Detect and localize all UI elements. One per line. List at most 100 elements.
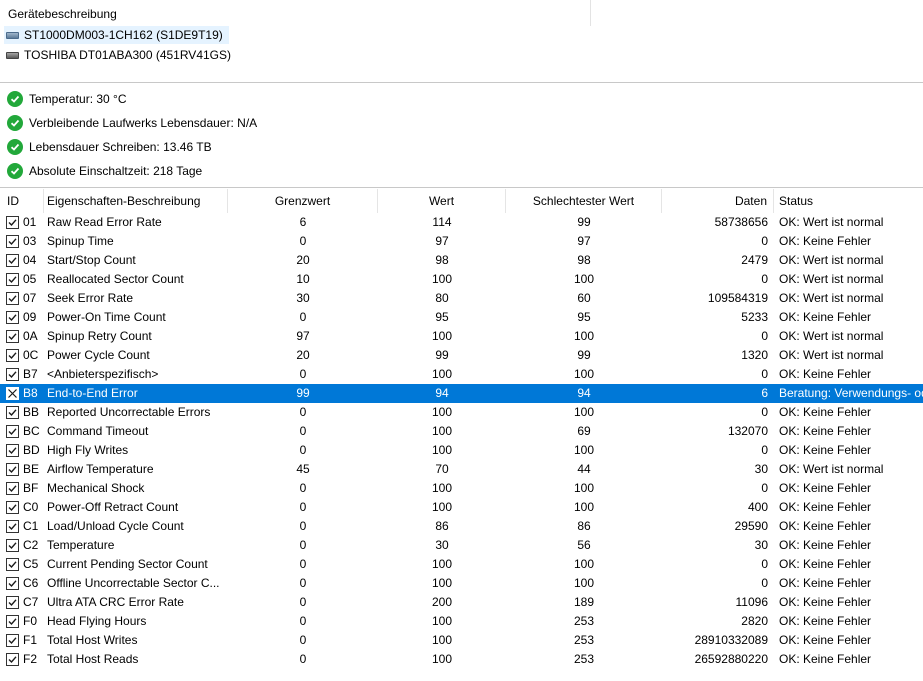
checkbox-checked-icon[interactable] bbox=[6, 539, 19, 552]
checkbox-checked-icon[interactable] bbox=[6, 349, 19, 362]
checkbox-checked-icon[interactable] bbox=[6, 444, 19, 457]
table-row[interactable]: F2 Total Host Reads 0 100 253 26592880220 OK: … bbox=[0, 650, 923, 669]
checkbox-checked-icon[interactable] bbox=[6, 292, 19, 305]
checkbox-checked-icon[interactable] bbox=[6, 577, 19, 590]
table-row[interactable]: BC Command Timeout 0 100 69 132070 OK: Keine F… bbox=[0, 422, 923, 441]
table-row[interactable]: 05 Reallocated Sector Count 10 100 100 0 OK: W… bbox=[0, 270, 923, 289]
checkbox-crossed-icon[interactable] bbox=[6, 387, 19, 400]
checkbox-checked-icon[interactable] bbox=[6, 596, 19, 609]
cell-threshold: 0 bbox=[299, 519, 307, 533]
checkbox-checked-icon[interactable] bbox=[6, 254, 19, 267]
table-row[interactable]: C1 Load/Unload Cycle Count 0 86 86 29590 OK: K… bbox=[0, 517, 923, 536]
table-row[interactable]: 01 Raw Read Error Rate 6 114 99 58738656 OK: W… bbox=[0, 213, 923, 232]
cell-data: 0 bbox=[761, 443, 768, 457]
cell-data: 0 bbox=[761, 329, 768, 343]
checkbox-checked-icon[interactable] bbox=[6, 520, 19, 533]
cell-threshold: 0 bbox=[299, 500, 307, 514]
cell-worst: 99 bbox=[577, 348, 591, 362]
cell-id: 0A bbox=[23, 329, 38, 343]
checkbox-checked-icon[interactable] bbox=[6, 330, 19, 343]
cell-threshold: 30 bbox=[296, 291, 310, 305]
table-row[interactable]: 04 Start/Stop Count 20 98 98 2479 OK: Wert ist… bbox=[0, 251, 923, 270]
header-status[interactable]: Status bbox=[779, 189, 923, 213]
checkbox-checked-icon[interactable] bbox=[6, 634, 19, 647]
table-row[interactable]: C6 Offline Uncorrectable Sector C... 0 100 1… bbox=[0, 574, 923, 593]
table-row[interactable]: C5 Current Pending Sector Count 0 100 100 0 OK… bbox=[0, 555, 923, 574]
device-item-1[interactable]: ST1000DM003-1CH162 (S1DE9T19) bbox=[4, 26, 229, 44]
table-row[interactable]: BB Reported Uncorrectable Errors 0 100 100 0 O… bbox=[0, 403, 923, 422]
header-data[interactable]: Daten bbox=[662, 189, 774, 213]
header-threshold[interactable]: Grenzwert bbox=[228, 189, 378, 213]
cell-status: OK: Wert ist normal bbox=[779, 348, 884, 362]
table-row[interactable]: C2 Temperature 0 30 56 30 OK: Keine Fehler bbox=[0, 536, 923, 555]
status-temperature: Temperatur: 30 °C bbox=[7, 90, 127, 108]
cell-status: OK: Wert ist normal bbox=[779, 272, 884, 286]
cell-status: OK: Keine Fehler bbox=[779, 652, 872, 666]
cell-value: 100 bbox=[431, 557, 453, 571]
table-row[interactable]: BF Mechanical Shock 0 100 100 0 OK: Keine Fehl… bbox=[0, 479, 923, 498]
cell-value: 70 bbox=[435, 462, 449, 476]
cell-status: Beratung: Verwendungs- od bbox=[779, 386, 923, 400]
table-row[interactable]: C0 Power-Off Retract Count 0 100 100 400 OK: K… bbox=[0, 498, 923, 517]
cell-status: OK: Keine Fehler bbox=[779, 234, 872, 248]
checkbox-checked-icon[interactable] bbox=[6, 311, 19, 324]
cell-value: 100 bbox=[431, 405, 453, 419]
checkbox-checked-icon[interactable] bbox=[6, 406, 19, 419]
checkbox-checked-icon[interactable] bbox=[6, 463, 19, 476]
device-item-2[interactable]: TOSHIBA DT01ABA300 (451RV41GS) bbox=[4, 46, 237, 64]
header-worst[interactable]: Schlechtester Wert bbox=[506, 189, 662, 213]
table-row[interactable]: 07 Seek Error Rate 30 80 60 109584319 OK: Wert… bbox=[0, 289, 923, 308]
checkbox-checked-icon[interactable] bbox=[6, 425, 19, 438]
cell-data: 0 bbox=[761, 557, 768, 571]
table-row[interactable]: B7 <Anbieterspezifisch> 0 100 100 0 OK: Keine … bbox=[0, 365, 923, 384]
cell-value: 80 bbox=[435, 291, 449, 305]
header-value[interactable]: Wert bbox=[378, 189, 506, 213]
cell-name: Offline Uncorrectable Sector C... bbox=[47, 576, 220, 590]
cell-value: 100 bbox=[431, 576, 453, 590]
device-label: ST1000DM003-1CH162 (S1DE9T19) bbox=[24, 28, 223, 42]
table-row[interactable]: 0C Power Cycle Count 20 99 99 1320 OK: Wert is… bbox=[0, 346, 923, 365]
table-row[interactable]: C7 Ultra ATA CRC Error Rate 0 200 189 11096 OK… bbox=[0, 593, 923, 612]
cell-data: 11096 bbox=[735, 595, 768, 609]
cell-data: 30 bbox=[754, 462, 768, 476]
cell-name: <Anbieterspezifisch> bbox=[47, 367, 159, 381]
checkbox-checked-icon[interactable] bbox=[6, 558, 19, 571]
checkbox-checked-icon[interactable] bbox=[6, 501, 19, 514]
checkbox-checked-icon[interactable] bbox=[6, 368, 19, 381]
table-row[interactable]: F1 Total Host Writes 0 100 253 28910332089 OK:… bbox=[0, 631, 923, 650]
table-row[interactable]: 09 Power-On Time Count 0 95 95 5233 OK: Keine … bbox=[0, 308, 923, 327]
cell-worst: 100 bbox=[573, 500, 595, 514]
checkbox-checked-icon[interactable] bbox=[6, 615, 19, 628]
checkbox-checked-icon[interactable] bbox=[6, 235, 19, 248]
cell-status: OK: Keine Fehler bbox=[779, 595, 872, 609]
cell-threshold: 0 bbox=[299, 576, 307, 590]
cell-id: C0 bbox=[23, 500, 39, 514]
checkbox-checked-icon[interactable] bbox=[6, 216, 19, 229]
cell-worst: 100 bbox=[573, 272, 595, 286]
checkbox-checked-icon[interactable] bbox=[6, 482, 19, 495]
ok-check-icon bbox=[7, 115, 23, 131]
table-row[interactable]: BD High Fly Writes 0 100 100 0 OK: Keine Fehle… bbox=[0, 441, 923, 460]
cell-threshold: 0 bbox=[299, 538, 307, 552]
table-row[interactable]: 0A Spinup Retry Count 97 100 100 0 OK: Wert is… bbox=[0, 327, 923, 346]
cell-worst: 253 bbox=[573, 652, 595, 666]
cell-threshold: 0 bbox=[299, 614, 307, 628]
cell-name: Command Timeout bbox=[47, 424, 149, 438]
cell-status: OK: Keine Fehler bbox=[779, 405, 872, 419]
table-row[interactable]: BE Airflow Temperature 45 70 44 30 OK: Wert is… bbox=[0, 460, 923, 479]
table-row[interactable]: 03 Spinup Time 0 97 97 0 OK: Keine Fehler bbox=[0, 232, 923, 251]
table-row[interactable]: B8 End-to-End Error 99 94 94 6 Beratung: Verwe… bbox=[0, 384, 923, 403]
status-remaining-life: Verbleibende Laufwerks Lebensdauer: N/A bbox=[7, 114, 257, 132]
header-name[interactable]: Eigenschaften-Beschreibung bbox=[44, 189, 228, 213]
cell-value: 100 bbox=[431, 443, 453, 457]
header-id[interactable]: ID bbox=[0, 189, 44, 213]
checkbox-checked-icon[interactable] bbox=[6, 273, 19, 286]
checkbox-checked-icon[interactable] bbox=[6, 653, 19, 666]
cell-status: OK: Keine Fehler bbox=[779, 367, 872, 381]
status-text: Temperatur: 30 °C bbox=[29, 92, 127, 106]
cell-threshold: 0 bbox=[299, 405, 307, 419]
cell-name: Reallocated Sector Count bbox=[47, 272, 184, 286]
cell-threshold: 99 bbox=[296, 386, 310, 400]
cell-status: OK: Keine Fehler bbox=[779, 443, 872, 457]
table-row[interactable]: F0 Head Flying Hours 0 100 253 2820 OK: Keine … bbox=[0, 612, 923, 631]
